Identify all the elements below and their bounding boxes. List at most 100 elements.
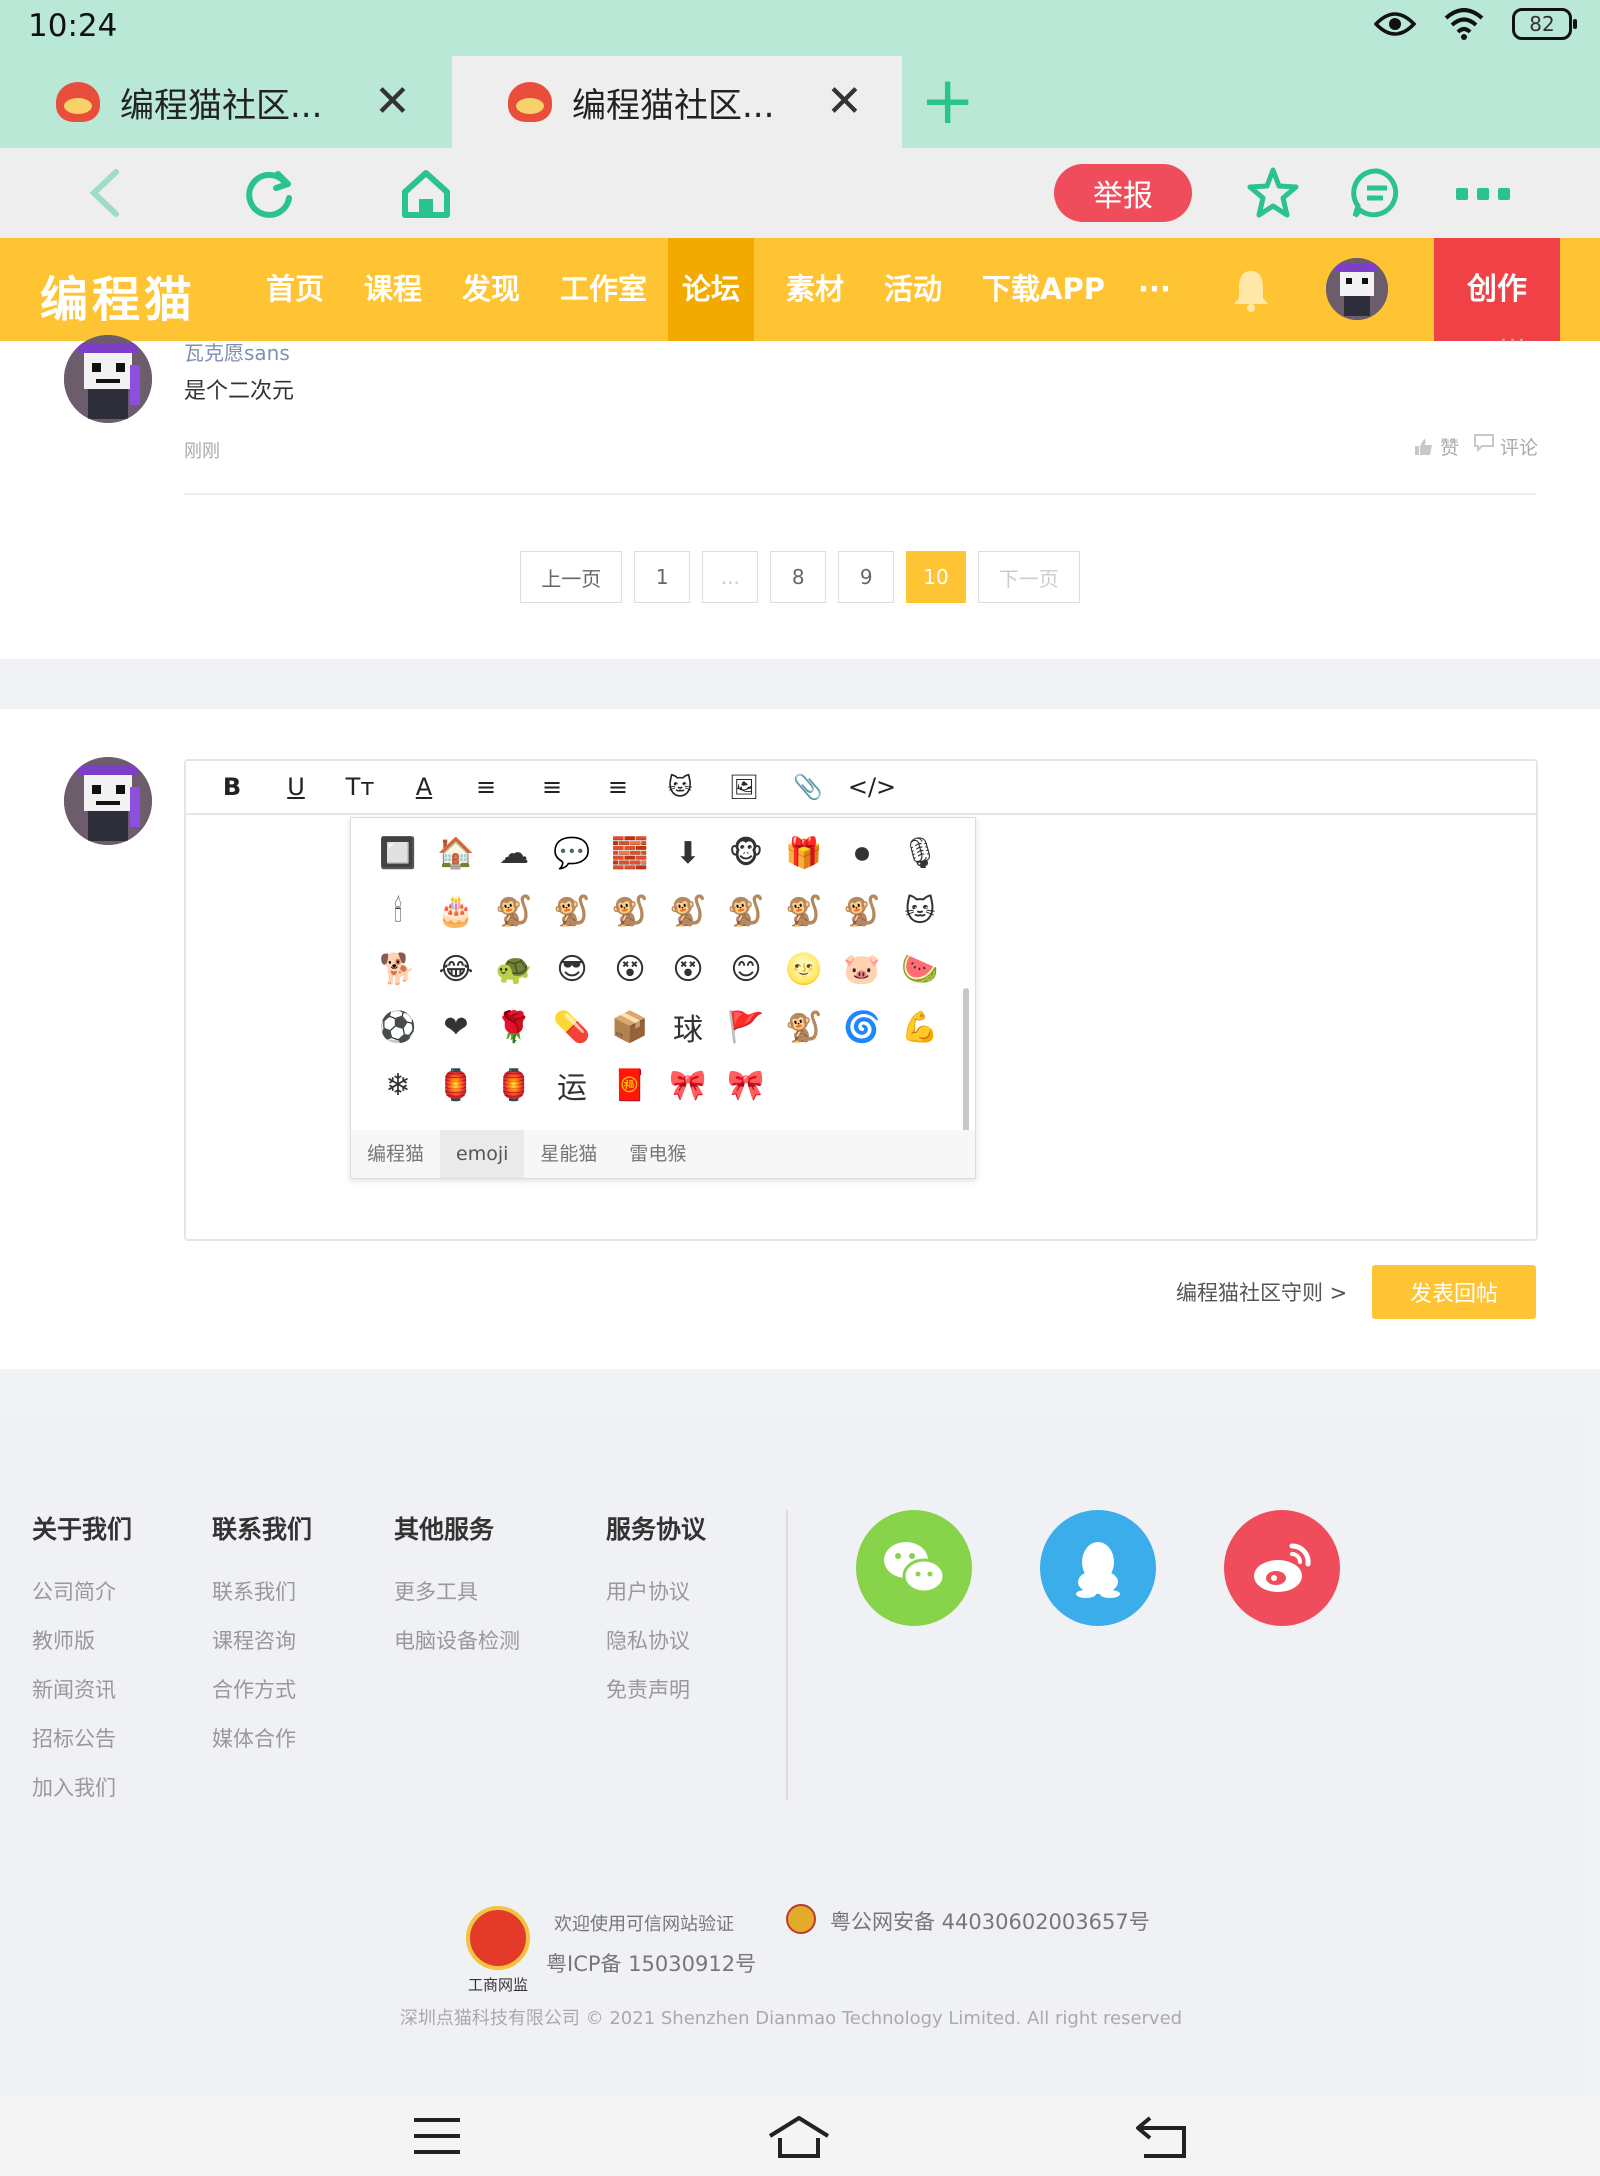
emoji-item[interactable]: 🐕: [369, 940, 427, 998]
comment-icon[interactable]: [1350, 166, 1404, 220]
emoji-item[interactable]: ⚽: [369, 998, 427, 1056]
emoji-item[interactable]: 🌹: [485, 998, 543, 1056]
qq-button[interactable]: [1040, 1510, 1156, 1626]
close-tab-icon[interactable]: ✕: [374, 80, 411, 124]
code-button[interactable]: </>: [840, 773, 904, 801]
emoji-item[interactable]: 💊: [543, 998, 601, 1056]
menu-icon[interactable]: [412, 2114, 462, 2158]
emoji-item[interactable]: 🌝: [775, 940, 833, 998]
footer-link[interactable]: 课程咨询: [212, 1625, 312, 1674]
font-color-button[interactable]: A: [392, 773, 456, 801]
emoji-item[interactable]: 🐷: [833, 940, 891, 998]
footer-link[interactable]: 媒体合作: [212, 1723, 312, 1772]
emoji-item[interactable]: ❤: [427, 998, 485, 1056]
notification-bell-icon[interactable]: [1232, 268, 1270, 312]
rich-text-editor[interactable]: B U Tт A ≡ ≡ ≡ 🐱 🖼 📎 </> 🔲 🏠 ☁ 💬 🧱 ⬇ 🐵 🎁 ⏺ 🎙 🕯 🎂 🐒 🐒 🐒…: [184, 759, 1538, 1241]
new-tab-button[interactable]: +: [920, 68, 975, 134]
bold-button[interactable]: B: [200, 773, 264, 801]
emoji-item[interactable]: 🐒: [775, 882, 833, 940]
nav-courses[interactable]: 课程: [350, 238, 436, 341]
create-button[interactable]: 创作: [1434, 238, 1560, 341]
emoji-item[interactable]: 🐱: [891, 882, 949, 940]
page-button[interactable]: 9: [838, 551, 895, 603]
emoji-item[interactable]: 🏠: [427, 824, 485, 882]
report-button[interactable]: 举报: [1054, 164, 1192, 222]
emoji-tab-xingnengmao[interactable]: 星能猫: [524, 1130, 613, 1178]
emoji-tab-leidianhou[interactable]: 雷电猴: [613, 1130, 702, 1178]
page-button-current[interactable]: 10: [906, 551, 966, 603]
emoji-item[interactable]: 🐒: [833, 882, 891, 940]
browser-tab-2[interactable]: 编程猫社区... ✕: [452, 56, 902, 148]
emoji-item[interactable]: 🧧: [601, 1056, 659, 1114]
footer-link[interactable]: 教师版: [32, 1625, 132, 1674]
emoji-item[interactable]: 💬: [543, 824, 601, 882]
align-center-button[interactable]: ≡: [520, 773, 584, 801]
emoji-item[interactable]: ❄: [369, 1056, 427, 1114]
emoji-item[interactable]: 🐒: [485, 882, 543, 940]
nav-studio[interactable]: 工作室: [546, 238, 661, 341]
page-button[interactable]: 1: [634, 551, 691, 603]
nav-materials[interactable]: 素材: [772, 238, 858, 341]
footer-link[interactable]: 免责声明: [606, 1674, 706, 1723]
prev-page-button[interactable]: 上一页: [520, 551, 623, 603]
emoji-item[interactable]: 😵: [659, 940, 717, 998]
nav-discover[interactable]: 发现: [448, 238, 534, 341]
nav-activities[interactable]: 活动: [870, 238, 956, 341]
back-icon[interactable]: [86, 168, 122, 218]
emoji-item[interactable]: 😊: [717, 940, 775, 998]
comment-username[interactable]: 瓦克愿sans: [184, 337, 290, 366]
icp-number[interactable]: 粤ICP备 15030912号: [546, 1948, 756, 1978]
emoji-item[interactable]: 🐒: [717, 882, 775, 940]
footer-link[interactable]: 合作方式: [212, 1674, 312, 1723]
footer-link[interactable]: 招标公告: [32, 1723, 132, 1772]
trusted-site-text[interactable]: 欢迎使用可信网站验证: [554, 1910, 734, 1936]
emoji-item[interactable]: 🐵: [717, 824, 775, 882]
codemao-logo[interactable]: 编程猫: [40, 260, 196, 330]
emoji-item[interactable]: ☁: [485, 824, 543, 882]
align-left-button[interactable]: ≡: [456, 773, 520, 801]
align-right-button[interactable]: ≡: [584, 773, 648, 801]
more-menu-icon[interactable]: [1454, 186, 1512, 202]
emoji-item[interactable]: 😎: [543, 940, 601, 998]
emoji-item[interactable]: 🐢: [485, 940, 543, 998]
nav-download-app[interactable]: 下载APP: [968, 238, 1119, 341]
emoji-item[interactable]: 🎙: [891, 824, 949, 882]
refresh-icon[interactable]: [242, 168, 296, 222]
emoji-item[interactable]: 🔲: [369, 824, 427, 882]
like-button[interactable]: 赞: [1414, 433, 1459, 460]
font-size-button[interactable]: Tт: [328, 773, 392, 801]
community-rules-link[interactable]: 编程猫社区守则 >: [1176, 1277, 1347, 1307]
back-nav-icon[interactable]: [1134, 2114, 1190, 2160]
police-record-number[interactable]: 粤公网安备 44030602003657号: [830, 1906, 1150, 1936]
close-tab-icon[interactable]: ✕: [826, 80, 863, 124]
browser-tab-1[interactable]: 编程猫社区... ✕: [0, 56, 450, 148]
footer-link[interactable]: 加入我们: [32, 1772, 132, 1821]
emoji-item[interactable]: 😵: [601, 940, 659, 998]
emoji-item[interactable]: ⬇: [659, 824, 717, 882]
home-icon[interactable]: [400, 168, 452, 220]
emoji-item[interactable]: 🎀: [659, 1056, 717, 1114]
emoji-item[interactable]: 🐒: [659, 882, 717, 940]
emoji-item[interactable]: 🐒: [601, 882, 659, 940]
image-button[interactable]: 🖼: [712, 773, 776, 801]
my-avatar[interactable]: [64, 757, 152, 845]
business-supervision-badge-icon[interactable]: [466, 1906, 530, 1970]
emoji-tab-emoji[interactable]: emoji: [440, 1130, 525, 1178]
emoji-item[interactable]: 🎀: [717, 1056, 775, 1114]
footer-link[interactable]: 公司简介: [32, 1576, 132, 1625]
star-icon[interactable]: [1246, 166, 1300, 220]
header-user-avatar[interactable]: [1326, 258, 1388, 320]
emoji-item[interactable]: 🏮: [427, 1056, 485, 1114]
footer-link[interactable]: 新闻资讯: [32, 1674, 132, 1723]
submit-reply-button[interactable]: 发表回帖: [1372, 1265, 1536, 1319]
weibo-button[interactable]: [1224, 1510, 1340, 1626]
emoji-item[interactable]: 🧱: [601, 824, 659, 882]
emoji-item[interactable]: 🍉: [891, 940, 949, 998]
reply-button[interactable]: 评论: [1474, 433, 1538, 460]
emoji-item[interactable]: ⏺: [833, 824, 891, 882]
emoji-item[interactable]: 🐒: [775, 998, 833, 1056]
emoji-item[interactable]: 🐒: [543, 882, 601, 940]
comment-more-button[interactable]: ···: [1500, 329, 1527, 354]
emoji-button[interactable]: 🐱: [648, 773, 712, 801]
emoji-item[interactable]: 🎁: [775, 824, 833, 882]
